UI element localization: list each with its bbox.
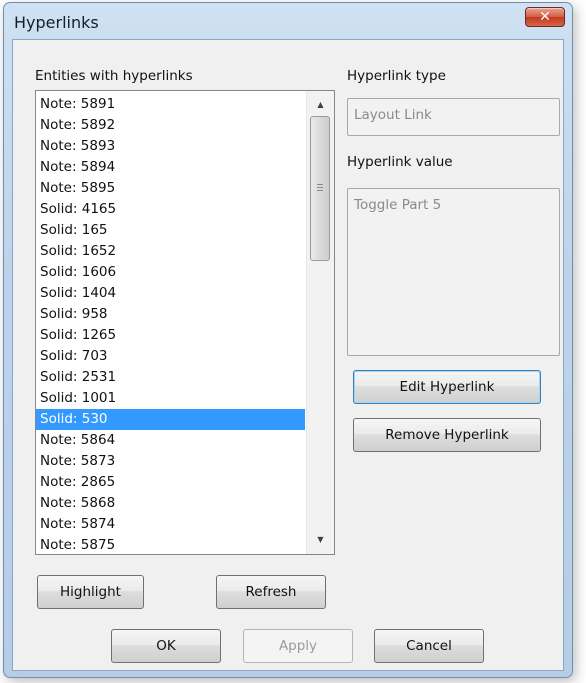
scroll-up-icon[interactable]: ▲: [307, 96, 334, 114]
list-item[interactable]: Note: 5864: [36, 430, 305, 451]
dialog-title: Hyperlinks: [14, 13, 99, 32]
grip-line: [317, 187, 323, 188]
list-item[interactable]: Solid: 530: [36, 409, 305, 430]
list-item[interactable]: Note: 5875: [36, 535, 305, 554]
hyperlink-value-field: Toggle Part 5: [347, 188, 560, 356]
list-item[interactable]: Note: 5893: [36, 136, 305, 157]
hyperlinks-dialog: Hyperlinks ✕ Entities with hyperlinks No…: [3, 2, 573, 678]
list-item[interactable]: Note: 5892: [36, 115, 305, 136]
list-item[interactable]: Solid: 1404: [36, 283, 305, 304]
entities-scrollbar[interactable]: ▲ ▼: [306, 91, 334, 554]
list-item[interactable]: Solid: 4165: [36, 199, 305, 220]
list-item[interactable]: Note: 5894: [36, 157, 305, 178]
edit-hyperlink-button[interactable]: Edit Hyperlink: [353, 370, 541, 404]
refresh-button[interactable]: Refresh: [216, 575, 326, 609]
close-icon: ✕: [539, 9, 551, 25]
entities-listbox[interactable]: Note: 5891 Note: 5892 Note: 5893 Note: 5894…: [35, 90, 335, 555]
list-item[interactable]: Solid: 1265: [36, 325, 305, 346]
dialog-body: Entities with hyperlinks Note: 5891 Note:…: [12, 39, 564, 671]
hyperlink-type-value: Layout Link: [354, 107, 432, 123]
hyperlink-value-text: Toggle Part 5: [354, 197, 442, 213]
list-item[interactable]: Solid: 958: [36, 304, 305, 325]
list-item[interactable]: Solid: 1001: [36, 388, 305, 409]
hyperlink-value-label: Hyperlink value: [347, 154, 453, 170]
ok-button[interactable]: OK: [111, 629, 221, 663]
grip-line: [317, 184, 323, 185]
list-item[interactable]: Note: 5891: [36, 94, 305, 115]
list-item[interactable]: Solid: 703: [36, 346, 305, 367]
list-item[interactable]: Note: 5895: [36, 178, 305, 199]
entities-label: Entities with hyperlinks: [35, 68, 193, 84]
grip-line: [317, 190, 323, 191]
list-item[interactable]: Solid: 2531: [36, 367, 305, 388]
list-item[interactable]: Solid: 1606: [36, 262, 305, 283]
list-item[interactable]: Note: 5868: [36, 493, 305, 514]
hyperlink-type-label: Hyperlink type: [347, 68, 446, 84]
list-item[interactable]: Note: 5873: [36, 451, 305, 472]
close-button[interactable]: ✕: [525, 7, 565, 27]
remove-hyperlink-button[interactable]: Remove Hyperlink: [353, 418, 541, 452]
cancel-button[interactable]: Cancel: [374, 629, 484, 663]
scroll-down-icon[interactable]: ▼: [307, 531, 334, 549]
title-bar[interactable]: Hyperlinks ✕: [4, 3, 572, 41]
scroll-thumb[interactable]: [310, 116, 330, 261]
list-item[interactable]: Solid: 1652: [36, 241, 305, 262]
list-item[interactable]: Solid: 165: [36, 220, 305, 241]
hyperlink-type-field: Layout Link: [347, 98, 560, 136]
highlight-button[interactable]: Highlight: [37, 575, 144, 609]
entities-list-items: Note: 5891 Note: 5892 Note: 5893 Note: 5894…: [36, 94, 305, 554]
list-item[interactable]: Note: 2865: [36, 472, 305, 493]
apply-button[interactable]: Apply: [243, 629, 353, 663]
list-item[interactable]: Note: 5874: [36, 514, 305, 535]
